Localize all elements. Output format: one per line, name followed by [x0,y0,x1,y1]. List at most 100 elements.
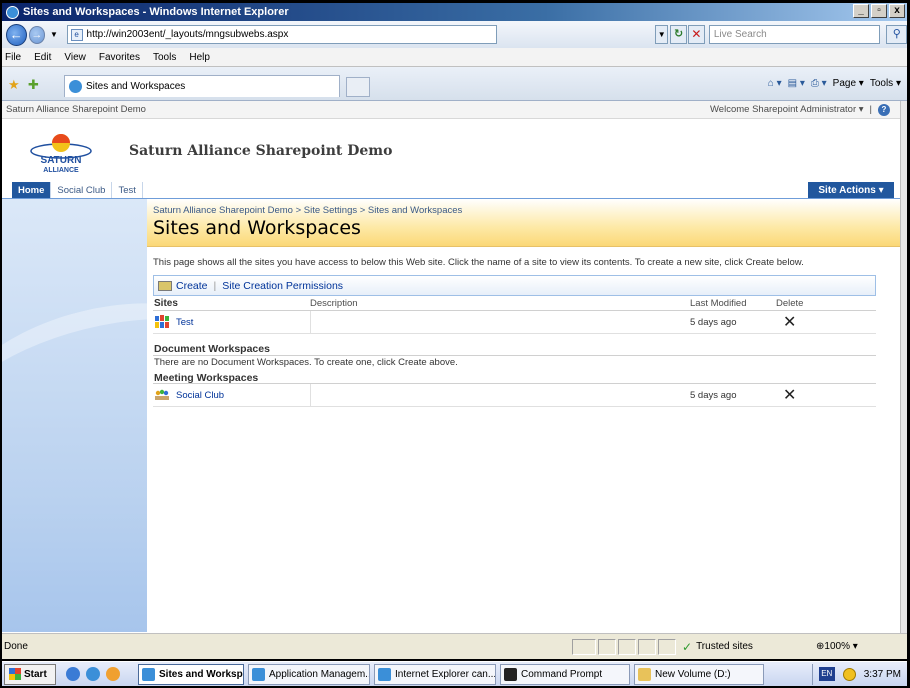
page-description: This page shows all the sites you have a… [153,257,804,268]
task-command-prompt[interactable]: Command Prompt [500,663,630,685]
welcome-menu[interactable]: Welcome Sharepoint Administrator ▾ [710,104,864,115]
browser-window: Sites and Workspaces - Windows Internet … [0,0,910,688]
address-toolbar: ← → ▼ e http://win2003ent/_layouts/mngsu… [2,21,907,48]
menu-tools[interactable]: Tools [153,52,176,63]
tab-label: Sites and Workspaces [86,81,186,92]
status-text: Done [4,641,28,652]
sp-header: SATURN ALLIANCE Saturn Alliance Sharepoi… [2,119,900,182]
tools-menu-label: Tools [869,78,894,89]
ie-icon [142,667,155,681]
menu-bar: File Edit View Favorites Tools Help [2,48,907,67]
feeds-icon[interactable]: ▤ ▾ [788,78,805,89]
divider: | [869,104,872,115]
maximize-button[interactable]: ▫ [871,4,887,18]
site-creation-permissions-link[interactable]: Site Creation Permissions [222,280,343,292]
page-content: Saturn Alliance Sharepoint Demo Welcome … [2,101,900,633]
back-button[interactable]: ← [6,23,27,46]
main-content: Saturn Alliance Sharepoint Demo > Site S… [147,199,900,632]
window-title: Sites and Workspaces - Windows Internet … [23,6,289,18]
ie-quicklaunch-icon[interactable] [86,667,100,681]
search-button[interactable]: ⚲ [886,25,907,44]
modified-cell: 5 days ago [690,389,737,401]
description-cell [310,384,690,406]
menu-file[interactable]: File [5,52,21,63]
close-button[interactable]: x [889,4,905,18]
task-label: Application Managem... [269,668,370,680]
home-icon[interactable]: ⌂ ▾ [768,78,782,89]
task-label: Command Prompt [521,668,603,680]
refresh-button[interactable]: ↻ [670,25,688,44]
add-favorite-icon[interactable]: ✚ [28,77,39,93]
favorites-star-icon[interactable]: ★ [8,77,20,93]
desktop-icon[interactable] [66,667,80,681]
grid-header: Sites Description Last Modified Delete [153,296,876,311]
search-input[interactable]: Live Search [708,25,881,44]
task-internet-explorer[interactable]: Internet Explorer can... [374,663,496,685]
minimize-button[interactable]: _ [853,4,869,18]
vertical-scrollbar[interactable] [900,101,907,633]
site-link-test[interactable]: Test [176,317,193,328]
col-delete: Delete [776,297,804,309]
address-input[interactable]: e http://win2003ent/_layouts/mngsubwebs.… [66,25,498,44]
top-site-link[interactable]: Saturn Alliance Sharepoint Demo [6,104,146,115]
site-actions-button[interactable]: Site Actions ▾ [808,182,894,198]
security-zone[interactable]: ✓ Trusted sites [678,640,808,654]
tab-ie-icon [69,80,82,93]
zoom-control[interactable]: ⊕100% ▾ [812,641,870,652]
table-row: Test 5 days ago ✕ [153,311,876,334]
history-dropdown-icon[interactable]: ▼ [49,30,58,39]
page-menu[interactable]: Page ▾ [833,78,864,89]
windows-flag-icon [9,668,21,680]
delete-icon[interactable]: ✕ [776,385,876,405]
document-workspaces-heading: Document Workspaces [153,334,876,356]
clock: 3:37 PM [863,668,901,680]
print-icon[interactable]: ⎙ ▾ [811,78,827,89]
list-toolbar: Create | Site Creation Permissions [153,275,876,296]
col-description: Description [310,297,358,309]
quick-launch [66,667,138,681]
task-label: Internet Explorer can... [395,668,496,680]
stop-button[interactable]: ✕ [688,25,705,44]
tools-menu[interactable]: Tools ▾ [870,78,901,89]
create-icon [158,280,172,291]
page-title-area: Saturn Alliance Sharepoint Demo > Site S… [147,199,900,247]
address-url: http://win2003ent/_layouts/mngsubwebs.as… [86,29,289,40]
nav-home[interactable]: Home [12,182,52,198]
help-icon[interactable]: ? [878,103,890,116]
nav-social-club[interactable]: Social Club [51,182,113,198]
breadcrumb[interactable]: Saturn Alliance Sharepoint Demo > Site S… [153,199,900,216]
left-navigation [2,199,147,632]
zoom-level: 100% [824,641,850,652]
new-tab-button[interactable] [346,77,370,97]
menu-edit[interactable]: Edit [34,52,51,63]
menu-favorites[interactable]: Favorites [99,52,140,63]
task-new-volume[interactable]: New Volume (D:) [634,663,764,685]
language-indicator[interactable]: EN [818,667,835,681]
logo-text-top: SATURN [41,155,82,166]
status-panel [638,638,656,655]
forward-button[interactable]: → [28,25,46,44]
nav-test[interactable]: Test [112,182,143,198]
status-bar: Done ✓ Trusted sites ⊕100% ▾ [2,633,907,659]
menu-view[interactable]: View [64,52,86,63]
site-link-social-club[interactable]: Social Club [176,390,224,401]
delete-icon[interactable]: ✕ [776,312,876,332]
security-shield-icon[interactable] [842,667,856,681]
create-button[interactable]: Create [176,280,208,292]
ie-icon [252,667,265,681]
media-icon[interactable] [106,667,120,681]
modified-cell: 5 days ago [690,316,737,328]
site-title[interactable]: Saturn Alliance Sharepoint Demo [129,143,392,159]
start-label: Start [24,668,47,680]
task-sites-and-workspaces[interactable]: Sites and Workspa... [138,663,244,685]
address-dropdown-button[interactable]: ▼ [655,25,669,44]
task-application-management[interactable]: Application Managem... [248,663,370,685]
tab-sites-and-workspaces[interactable]: Sites and Workspaces [64,75,340,97]
menu-help[interactable]: Help [189,52,210,63]
description-cell [310,311,690,333]
col-last-modified: Last Modified [690,297,747,309]
system-tray: EN 3:37 PM [811,663,907,685]
command-bar: ⌂ ▾ ▤ ▾ ⎙ ▾ Page ▾ Tools ▾ [768,78,901,89]
tab-toolbar: ★ ✚ Sites and Workspaces ⌂ ▾ ▤ ▾ ⎙ ▾ Pag… [2,67,907,101]
start-button[interactable]: Start [4,663,56,685]
